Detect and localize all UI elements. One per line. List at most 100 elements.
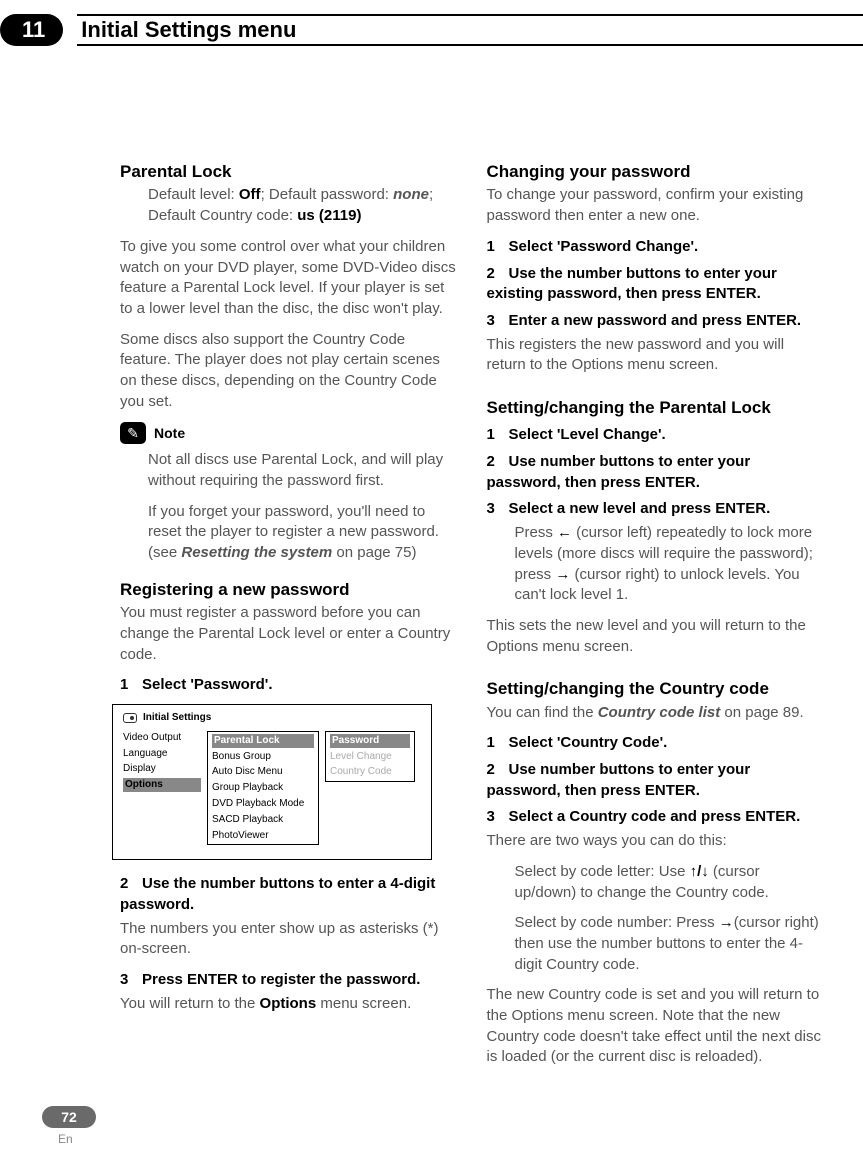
default-cc-value: us (2119) — [297, 207, 361, 224]
note-row: ✎ Note — [120, 422, 457, 444]
arrow-up-icon: ↑ — [690, 863, 698, 880]
menu-col1-selected: Options — [123, 778, 201, 792]
menu-title: Initial Settings — [143, 711, 211, 725]
content-columns: Parental Lock Default level: Off; Defaul… — [0, 46, 863, 1078]
menu-col1-item: Language — [123, 747, 201, 761]
cc-sub2-a: Select by code number: Press — [515, 914, 719, 931]
left-step-2-after: The numbers you enter show up as asteris… — [120, 919, 457, 960]
menu-col1: Video Output Language Display Options — [123, 731, 201, 792]
arrow-right-icon: → — [719, 914, 734, 931]
menu-col3-dim: Level Change — [330, 750, 410, 764]
chapter-title-wrap: Initial Settings menu — [77, 14, 863, 46]
menu-col2-item: PhotoViewer — [212, 829, 314, 843]
note-icon: ✎ — [120, 422, 146, 444]
chapter-title: Initial Settings menu — [77, 17, 296, 43]
right-step-cc3: 3Select a Country code and press ENTER. — [487, 807, 824, 828]
heading-set-cc: Setting/changing the Country code — [487, 677, 824, 700]
register-pw-desc: You must register a password before you … — [120, 603, 457, 665]
left-step-3-text: Press ENTER to register the password. — [142, 971, 420, 988]
default-level-value: Off — [239, 186, 261, 203]
right-step-c3: 3Enter a new password and press ENTER. — [487, 311, 824, 332]
right-step-c3-after: This registers the new password and you … — [487, 335, 824, 376]
arrow-right-icon: → — [555, 566, 570, 583]
s3-after-c: menu screen. — [316, 995, 411, 1012]
right-step-l1-text: Select 'Level Change'. — [509, 426, 666, 443]
right-step-cc1-text: Select 'Country Code'. — [509, 734, 668, 751]
cc-sub1: Select by code letter: Use ↑/↓ (cursor u… — [515, 862, 824, 903]
menu-col3-dim: Country Code — [330, 765, 410, 779]
menu-col2-item: SACD Playback — [212, 813, 314, 827]
left-step-3-after: You will return to the Options menu scre… — [120, 994, 457, 1015]
default-cc-prefix: Default Country code: — [148, 207, 297, 224]
note2-em: Resetting the system — [181, 544, 332, 561]
note-label: Note — [154, 424, 185, 443]
left-column: Parental Lock Default level: Off; Defaul… — [120, 146, 457, 1078]
l3-sub-a: Press — [515, 524, 558, 541]
right-step-c2: 2Use the number buttons to enter your ex… — [487, 264, 824, 305]
right-step-cc2-text: Use number buttons to enter your passwor… — [487, 761, 751, 799]
right-step-cc1: 1Select 'Country Code'. — [487, 733, 824, 754]
menu-col1-item: Video Output — [123, 731, 201, 745]
cc-final: The new Country code is set and you will… — [487, 985, 824, 1068]
parental-desc-2: Some discs also support the Country Code… — [120, 330, 457, 413]
right-step-c3-text: Enter a new password and press ENTER. — [509, 312, 802, 329]
cc-sub1-a: Select by code letter: Use — [515, 863, 690, 880]
page-number-pill: 72 — [42, 1106, 96, 1128]
cc-p-b: on page 89. — [720, 704, 803, 721]
disc-icon — [123, 713, 137, 723]
menu-title-row: Initial Settings — [113, 705, 431, 729]
menu-col1-item: Display — [123, 762, 201, 776]
note-text-1: Not all discs use Parental Lock, and wil… — [148, 450, 457, 491]
right-column: Changing your password To change your pa… — [487, 146, 824, 1078]
left-step-2: 2Use the number buttons to enter a 4-dig… — [120, 874, 457, 915]
menu-col2-item: DVD Playback Mode — [212, 797, 314, 811]
s3-after-a: You will return to the — [120, 995, 260, 1012]
right-step-l3-text: Select a new level and press ENTER. — [509, 500, 771, 517]
default-password-none: none — [393, 186, 429, 203]
cc-desc: You can find the Country code list on pa… — [487, 703, 824, 724]
note-text-2: If you forget your password, you'll need… — [148, 502, 457, 564]
chapter-number-tab: 11 — [0, 14, 63, 46]
change-pw-desc: To change your password, confirm your ex… — [487, 185, 824, 226]
arrow-down-icon: ↓ — [701, 863, 709, 880]
right-step-l1: 1Select 'Level Change'. — [487, 425, 824, 446]
arrow-left-icon: ← — [557, 524, 572, 541]
default-sep1: ; Default password: — [261, 186, 394, 203]
default-level-prefix: Default level: — [148, 186, 239, 203]
left-step-2-text: Use the number buttons to enter a 4-digi… — [120, 875, 435, 913]
menu-col3: Password Level Change Country Code — [325, 731, 415, 782]
initial-settings-menu-figure: Initial Settings Video Output Language D… — [112, 704, 432, 860]
left-step-1-text: Select 'Password'. — [142, 676, 273, 693]
parental-defaults: Default level: Off; Default password: no… — [148, 185, 457, 226]
right-step-l2-text: Use number buttons to enter your passwor… — [487, 453, 751, 491]
menu-col3-selected: Password — [330, 734, 410, 748]
chapter-header: 11 Initial Settings menu — [0, 14, 863, 46]
default-sep2: ; — [429, 186, 433, 203]
menu-col2-item: Group Playback — [212, 781, 314, 795]
menu-col2-selected: Parental Lock — [212, 734, 314, 748]
cc-p-em: Country code list — [598, 704, 721, 721]
heading-parental-lock: Parental Lock — [120, 160, 457, 183]
right-l-after: This sets the new level and you will ret… — [487, 616, 824, 657]
heading-change-pw: Changing your password — [487, 160, 824, 183]
right-step-cc3-text: Select a Country code and press ENTER. — [509, 808, 801, 825]
heading-register-pw: Registering a new password — [120, 578, 457, 601]
right-step-c2-text: Use the number buttons to enter your exi… — [487, 265, 777, 303]
heading-set-lock: Setting/changing the Parental Lock — [487, 396, 824, 419]
left-step-1: 1Select 'Password'. — [120, 675, 457, 696]
cc-p-a: You can find the — [487, 704, 598, 721]
cc-sub2: Select by code number: Press →(cursor ri… — [515, 913, 824, 975]
right-step-l2: 2Use number buttons to enter your passwo… — [487, 452, 824, 493]
menu-col2-item: Bonus Group — [212, 750, 314, 764]
note2-b: on page 75) — [332, 544, 416, 561]
right-step-l3-sub: Press ← (cursor left) repeatedly to lock… — [515, 523, 824, 606]
menu-body: Video Output Language Display Options Pa… — [113, 729, 431, 860]
page-number: 72 — [61, 1109, 77, 1125]
right-step-c1: 1Select 'Password Change'. — [487, 237, 824, 258]
left-step-3: 3Press ENTER to register the password. — [120, 970, 457, 991]
menu-col2-item: Auto Disc Menu — [212, 765, 314, 779]
s3-after-b: Options — [260, 995, 317, 1012]
menu-col2: Parental Lock Bonus Group Auto Disc Menu… — [207, 731, 319, 846]
right-step-c1-text: Select 'Password Change'. — [509, 238, 699, 255]
parental-desc-1: To give you some control over what your … — [120, 237, 457, 320]
